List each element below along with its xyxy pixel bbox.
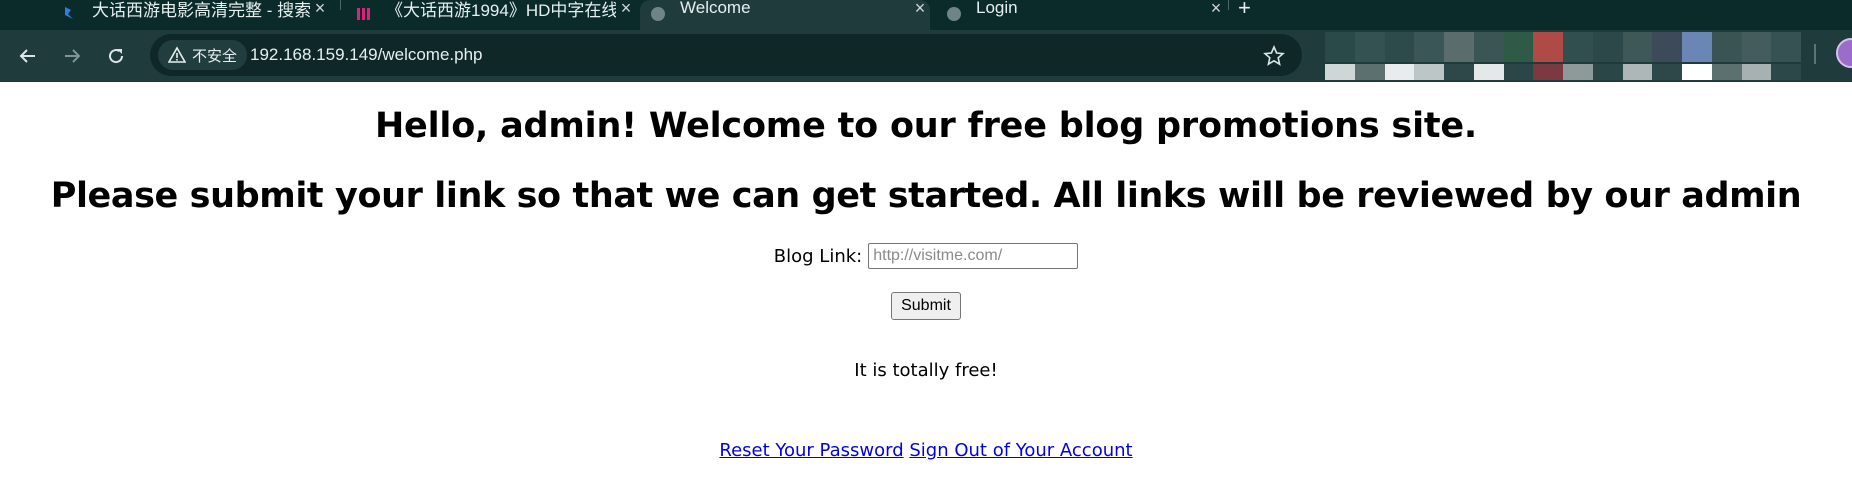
- extension-icon[interactable]: [1473, 64, 1504, 80]
- star-icon: [1263, 45, 1285, 66]
- extension-icon[interactable]: [1384, 32, 1415, 62]
- extension-icon[interactable]: [1771, 32, 1801, 62]
- extension-icon[interactable]: [1414, 32, 1444, 62]
- extension-icon[interactable]: [1533, 64, 1563, 80]
- search-engine-icon: [62, 7, 78, 23]
- tab-welcome[interactable]: Welcome ×: [640, 0, 930, 30]
- extension-icon[interactable]: [1533, 32, 1563, 62]
- security-label: 不安全: [192, 46, 238, 65]
- extension-icon[interactable]: [1711, 64, 1742, 80]
- extension-icon[interactable]: [1444, 32, 1474, 62]
- extension-icon[interactable]: [1682, 64, 1712, 80]
- extension-icon[interactable]: [1503, 32, 1534, 62]
- extension-icon[interactable]: [1444, 64, 1474, 80]
- extension-icon[interactable]: [1592, 64, 1623, 80]
- extension-icon[interactable]: [1592, 32, 1623, 62]
- back-arrow-icon: [19, 49, 35, 63]
- extension-icon[interactable]: [1622, 32, 1653, 62]
- extension-icon[interactable]: [1622, 64, 1653, 80]
- blog-link-label: Blog Link:: [773, 245, 863, 267]
- reload-icon: [109, 49, 124, 64]
- tab-search[interactable]: 大话西游电影高清完整 - 搜索 ×: [40, 0, 330, 30]
- tab-title: Login: [976, 0, 1018, 17]
- extension-icon[interactable]: [1354, 32, 1385, 62]
- forward-arrow-icon: [65, 49, 81, 63]
- extension-icon[interactable]: [1473, 32, 1504, 62]
- extension-icon[interactable]: [1503, 64, 1534, 80]
- toolbar-divider: [1814, 44, 1816, 64]
- extension-icon[interactable]: [1652, 64, 1682, 80]
- globe-icon: [650, 7, 666, 23]
- back-button[interactable]: [14, 42, 42, 70]
- extension-icon[interactable]: [1414, 64, 1444, 80]
- page-content: Hello, admin! Welcome to our free blog p…: [0, 82, 1852, 492]
- extension-icon[interactable]: [1563, 64, 1593, 80]
- reset-password-link[interactable]: Reset Your Password: [719, 440, 903, 461]
- extension-icon[interactable]: [1711, 32, 1742, 62]
- extensions-area[interactable]: [1325, 32, 1801, 82]
- close-icon[interactable]: ×: [910, 0, 930, 19]
- extension-icon[interactable]: [1354, 64, 1385, 80]
- extension-icon[interactable]: [1325, 32, 1355, 62]
- blog-link-input[interactable]: [868, 243, 1079, 269]
- site-favicon-icon: [356, 7, 372, 23]
- extension-icon[interactable]: [1325, 64, 1355, 80]
- url-text: 192.168.159.149/welcome.php: [250, 45, 483, 64]
- tab-separator: [1228, 0, 1229, 10]
- tab-title: 《大话西游1994》HD中字在线: [386, 0, 616, 20]
- tab-movie[interactable]: 《大话西游1994》HD中字在线 ×: [346, 0, 636, 30]
- extension-icon[interactable]: [1741, 32, 1772, 62]
- new-tab-button[interactable]: +: [1238, 0, 1268, 30]
- bookmark-button[interactable]: [1262, 44, 1286, 68]
- reload-button[interactable]: [102, 42, 130, 70]
- extension-icon[interactable]: [1741, 64, 1772, 80]
- warning-triangle-icon: [168, 46, 186, 63]
- submit-heading: Please submit your link so that we can g…: [50, 176, 1802, 216]
- tab-separator: [340, 0, 341, 10]
- extension-icon[interactable]: [1652, 32, 1682, 62]
- globe-icon: [946, 7, 962, 23]
- close-icon[interactable]: ×: [616, 0, 636, 19]
- extension-icon[interactable]: [1682, 32, 1712, 62]
- close-icon[interactable]: ×: [310, 0, 330, 19]
- extension-icon[interactable]: [1771, 64, 1801, 80]
- free-notice: It is totally free!: [854, 360, 998, 381]
- welcome-heading: Hello, admin! Welcome to our free blog p…: [374, 106, 1478, 146]
- tab-title: Welcome: [680, 0, 751, 17]
- submit-row: Submit: [0, 292, 1852, 320]
- blog-link-form: Blog Link:: [0, 243, 1852, 269]
- tab-login[interactable]: Login ×: [936, 0, 1226, 30]
- tab-title: 大话西游电影高清完整 - 搜索: [92, 0, 310, 20]
- browser-tab-strip: 大话西游电影高清完整 - 搜索 × 《大话西游1994》HD中字在线 × Wel…: [0, 0, 1852, 30]
- address-bar[interactable]: 不安全 192.168.159.149/welcome.php: [150, 34, 1302, 76]
- sign-out-link[interactable]: Sign Out of Your Account: [909, 440, 1132, 461]
- extension-icon[interactable]: [1384, 64, 1415, 80]
- close-icon[interactable]: ×: [1206, 0, 1226, 19]
- submit-button[interactable]: Submit: [891, 292, 961, 320]
- account-links: Reset Your Password Sign Out of Your Acc…: [0, 440, 1852, 461]
- forward-button[interactable]: [58, 42, 86, 70]
- extension-icon[interactable]: [1563, 32, 1593, 62]
